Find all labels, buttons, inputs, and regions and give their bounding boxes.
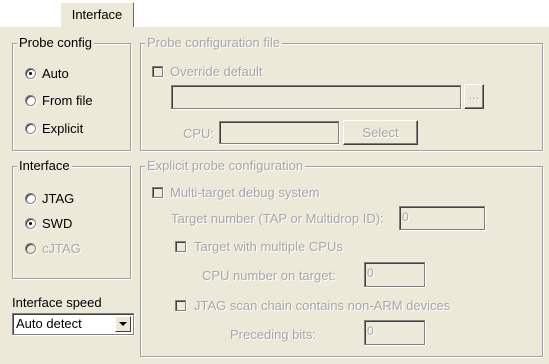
preceding-bits-label: Preceding bits: xyxy=(230,327,316,342)
multi-cpu-checkbox[interactable] xyxy=(175,241,186,252)
interface-jtag-label[interactable]: JTAG xyxy=(42,191,74,206)
chevron-down-icon xyxy=(119,322,127,326)
interface-speed-select[interactable]: Auto detect xyxy=(12,313,134,335)
interface-speed-value: Auto detect xyxy=(16,316,82,331)
probe-config-explicit-label[interactable]: Explicit xyxy=(42,121,83,136)
interface-speed-label: Interface speed xyxy=(12,295,102,310)
radio-selected-dot xyxy=(29,72,32,75)
probe-config-from-file-radio[interactable] xyxy=(25,95,36,106)
override-default-checkbox[interactable] xyxy=(152,66,163,77)
tab-interface[interactable]: Interface xyxy=(60,2,134,27)
probe-config-auto-label[interactable]: Auto xyxy=(42,66,69,81)
interface-swd-label[interactable]: SWD xyxy=(42,216,72,231)
probe-file-path-input[interactable] xyxy=(171,85,461,109)
interface-cjtag-radio xyxy=(25,243,36,254)
radio-selected-dot xyxy=(29,222,32,225)
interface-title: Interface xyxy=(17,158,72,173)
probe-config-title: Probe config xyxy=(17,35,94,50)
explicit-config-title: Explicit probe configuration xyxy=(145,158,306,173)
jtag-chain-checkbox[interactable] xyxy=(175,300,186,311)
probe-file-title: Probe configuration file xyxy=(145,35,282,50)
multi-target-checkbox[interactable] xyxy=(152,187,163,198)
probe-config-from-file-label[interactable]: From file xyxy=(42,93,93,108)
interface-swd-radio[interactable] xyxy=(25,218,36,229)
dropdown-arrow-button[interactable] xyxy=(115,316,131,332)
probe-config-auto-radio[interactable] xyxy=(25,68,36,79)
multi-cpu-label[interactable]: Target with multiple CPUs xyxy=(194,239,343,254)
browse-button[interactable]: ... xyxy=(464,84,484,109)
jtag-chain-label[interactable]: JTAG scan chain contains non-ARM devices xyxy=(194,298,450,313)
cpu-number-input[interactable]: 0 xyxy=(364,262,425,287)
cpu-input[interactable] xyxy=(219,121,339,144)
interface-panel: Probe config Auto From file Explicit Pro… xyxy=(0,26,549,364)
probe-config-explicit-radio[interactable] xyxy=(25,123,36,134)
tab-interface-label: Interface xyxy=(71,7,123,22)
cpu-label: CPU: xyxy=(183,126,215,141)
override-default-label[interactable]: Override default xyxy=(170,64,263,79)
multi-target-label[interactable]: Multi-target debug system xyxy=(170,185,320,200)
cpu-number-label: CPU number on target: xyxy=(202,268,336,283)
interface-jtag-radio[interactable] xyxy=(25,193,36,204)
preceding-bits-input[interactable]: 0 xyxy=(364,320,425,345)
interface-cjtag-label: cJTAG xyxy=(42,241,81,256)
target-number-input[interactable]: 0 xyxy=(399,206,485,230)
target-number-label: Target number (TAP or Multidrop ID): xyxy=(171,211,384,226)
select-cpu-button[interactable]: Select xyxy=(343,120,418,145)
